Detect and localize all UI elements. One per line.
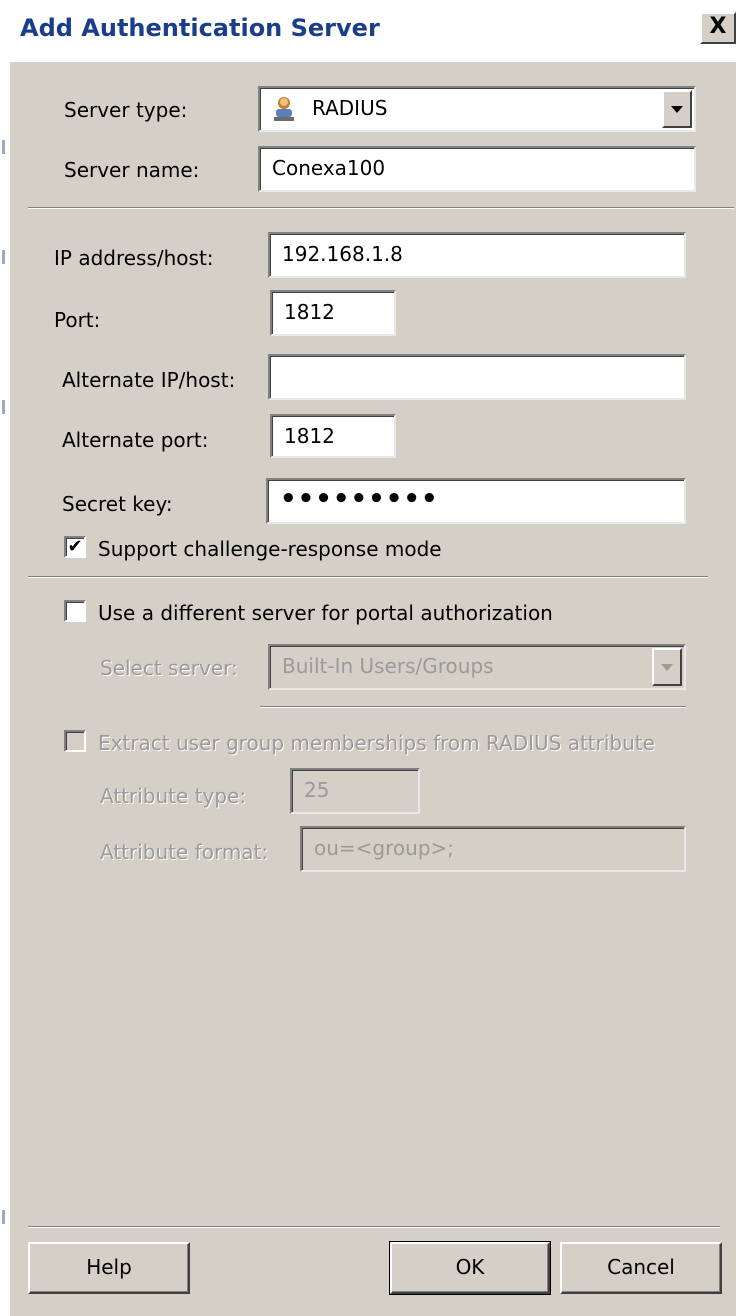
footer-divider xyxy=(28,1226,720,1228)
server-name-label: Server name: xyxy=(64,158,200,182)
ip-address-field[interactable]: 192.168.1.8 xyxy=(268,232,686,278)
section-divider xyxy=(28,576,708,578)
select-server-dropdown-button xyxy=(652,648,682,686)
server-type-value: RADIUS xyxy=(312,96,388,120)
extract-groups-checkbox xyxy=(64,730,86,752)
radius-server-icon xyxy=(274,97,294,121)
background-window-edge xyxy=(0,0,10,1316)
edge-marker xyxy=(2,400,5,414)
cancel-button[interactable]: Cancel xyxy=(560,1242,722,1294)
alternate-ip-label: Alternate IP/host: xyxy=(62,368,236,392)
port-label: Port: xyxy=(54,308,101,332)
section-divider xyxy=(28,207,734,209)
attribute-type-label: Attribute type: xyxy=(100,784,247,808)
select-server-dropdown: Built-In Users/Groups xyxy=(268,644,686,690)
select-server-value: Built-In Users/Groups xyxy=(282,654,494,678)
alternate-port-label: Alternate port: xyxy=(62,428,209,452)
secret-key-field[interactable]: ••••••••• xyxy=(266,478,686,524)
server-type-dropdown-button[interactable] xyxy=(662,90,692,128)
attribute-format-field: ou=<group>; xyxy=(300,826,686,872)
alternate-ip-field[interactable] xyxy=(268,354,686,400)
close-icon: X xyxy=(709,14,727,39)
challenge-response-label: Support challenge-response mode xyxy=(98,537,442,561)
extract-groups-label: Extract user group memberships from RADI… xyxy=(98,731,655,755)
edge-marker xyxy=(2,250,5,264)
close-button[interactable]: X xyxy=(700,12,736,44)
server-type-label: Server type: xyxy=(64,98,188,122)
title-bar: Add Authentication Server X xyxy=(10,0,736,62)
help-button[interactable]: Help xyxy=(28,1242,190,1294)
attribute-type-field: 25 xyxy=(290,768,420,814)
ip-address-label: IP address/host: xyxy=(54,246,214,270)
port-field[interactable]: 1812 xyxy=(270,290,396,336)
chevron-down-icon xyxy=(671,106,683,113)
edge-marker xyxy=(2,1210,5,1224)
ok-button[interactable]: OK xyxy=(389,1241,551,1295)
attribute-format-label: Attribute format: xyxy=(100,840,269,864)
dialog-title: Add Authentication Server xyxy=(20,14,380,42)
chevron-down-icon xyxy=(661,664,673,671)
secret-key-label: Secret key: xyxy=(62,492,173,516)
checkmark-icon: ✔ xyxy=(67,536,83,557)
server-type-select[interactable]: RADIUS xyxy=(258,86,696,132)
add-authentication-server-dialog: Add Authentication Server X Server type:… xyxy=(10,0,736,1316)
section-divider xyxy=(260,706,686,708)
server-name-field[interactable]: Conexa100 xyxy=(258,146,696,192)
alternate-port-field[interactable]: 1812 xyxy=(270,414,396,458)
edge-marker xyxy=(2,140,5,154)
different-server-label: Use a different server for portal author… xyxy=(98,601,553,625)
challenge-response-checkbox[interactable]: ✔ xyxy=(64,536,86,558)
select-server-label: Select server: xyxy=(100,656,238,680)
different-server-checkbox[interactable] xyxy=(64,600,86,622)
